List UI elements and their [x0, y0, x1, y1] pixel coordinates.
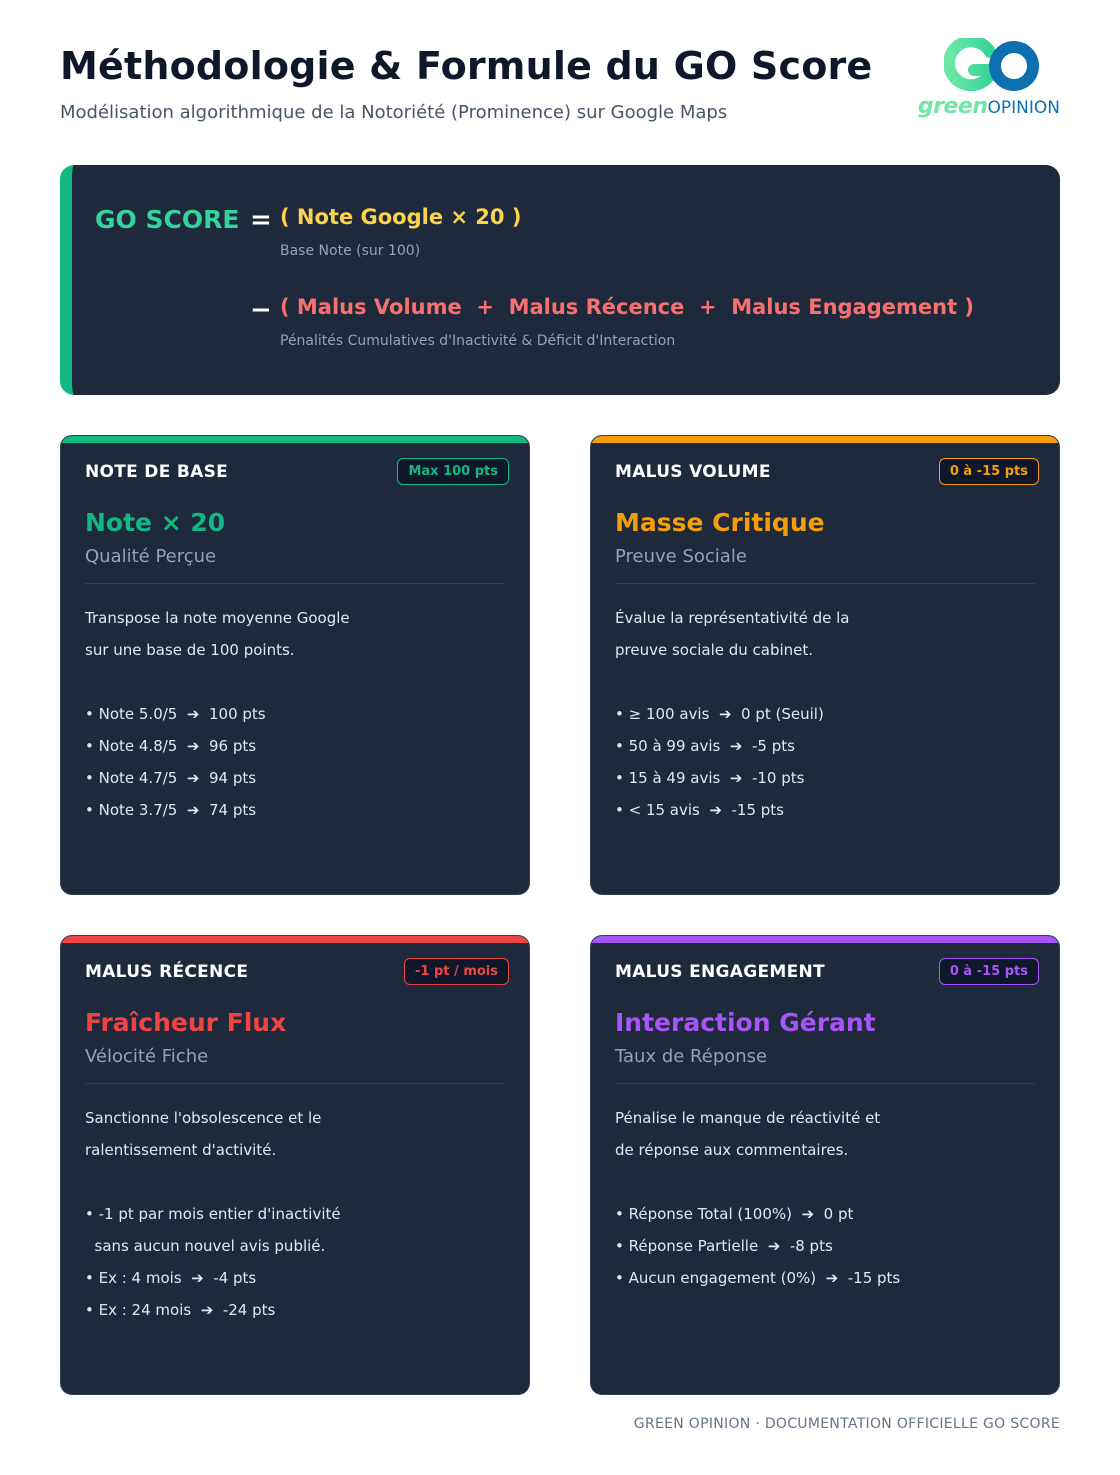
- page-title: Méthodologie & Formule du GO Score: [60, 44, 873, 88]
- card-heading: MALUS VOLUME: [615, 462, 771, 482]
- page-subtitle: Modélisation algorithmique de la Notorié…: [60, 102, 728, 123]
- card-list: • -1 pt par mois entier d'inactivité san…: [85, 1198, 341, 1326]
- list-item: • Ex : 24 mois ➔ -24 pts: [85, 1301, 276, 1319]
- card-description-line: de réponse aux commentaires.: [615, 1141, 849, 1159]
- card-malus-engagement: MALUS ENGAGEMENT 0 à -15 pts Interaction…: [590, 935, 1060, 1395]
- card-subheadline: Qualité Perçue: [85, 546, 217, 567]
- card-heading: MALUS ENGAGEMENT: [615, 962, 825, 982]
- logo-wordmark: greenOPINION: [917, 94, 1060, 119]
- card-badge: Max 100 pts: [397, 458, 509, 485]
- card-headline: Masse Critique: [615, 508, 825, 537]
- list-item: • ≥ 100 avis ➔ 0 pt (Seuil): [615, 705, 824, 723]
- card-description: Évalue la représentativité de la preuve …: [615, 602, 915, 666]
- card-description-line: Sanctionne l'obsolescence et le: [85, 1109, 322, 1127]
- card-description: Pénalise le manque de réactivité et de r…: [615, 1102, 915, 1166]
- card-subheadline: Taux de Réponse: [615, 1046, 768, 1067]
- card-headline: Interaction Gérant: [615, 1008, 876, 1037]
- card-description-line: preuve sociale du cabinet.: [615, 641, 814, 659]
- card-list: • Réponse Total (100%) ➔ 0 pt • Réponse …: [615, 1198, 900, 1294]
- card-headline: Note × 20: [85, 508, 226, 537]
- card-accent-bar: [61, 436, 529, 443]
- list-item: • Aucun engagement (0%) ➔ -15 pts: [615, 1269, 901, 1287]
- card-subheadline: Preuve Sociale: [615, 546, 747, 567]
- list-item: • Réponse Total (100%) ➔ 0 pt: [615, 1205, 854, 1223]
- list-item: • Note 4.7/5 ➔ 94 pts: [85, 769, 257, 787]
- card-description: Transpose la note moyenne Google sur une…: [85, 602, 385, 666]
- formula-malus-note: Pénalités Cumulatives d'Inactivité & Déf…: [280, 333, 676, 349]
- list-item: • < 15 avis ➔ -15 pts: [615, 801, 784, 819]
- card-description-line: Pénalise le manque de réactivité et: [615, 1109, 881, 1127]
- card-badge: 0 à -15 pts: [938, 958, 1039, 985]
- card-description-line: Transpose la note moyenne Google: [85, 609, 350, 627]
- list-item: • Réponse Partielle ➔ -8 pts: [615, 1237, 833, 1255]
- formula-base: ( Note Google × 20 ): [280, 205, 522, 229]
- card-divider: [615, 1083, 1035, 1084]
- card-badge: -1 pt / mois: [404, 958, 509, 985]
- card-heading: NOTE DE BASE: [85, 462, 229, 482]
- formula-equals: =: [250, 205, 272, 235]
- green-opinion-logo: greenOPINION: [917, 38, 1060, 128]
- card-badge: 0 à -15 pts: [938, 458, 1039, 485]
- card-description-line: ralentissement d'activité.: [85, 1141, 277, 1159]
- card-divider: [85, 583, 505, 584]
- card-description-line: sur une base de 100 points.: [85, 641, 295, 659]
- formula-base-note: Base Note (sur 100): [280, 243, 421, 259]
- list-item: • Ex : 4 mois ➔ -4 pts: [85, 1269, 257, 1287]
- page-header: Méthodologie & Formule du GO Score Modél…: [60, 38, 1060, 134]
- list-item: sans aucun nouvel avis publié.: [85, 1237, 326, 1255]
- formula-malus: ( Malus Volume + Malus Récence + Malus E…: [280, 295, 975, 319]
- card-note-de-base: NOTE DE BASE Max 100 pts Note × 20 Quali…: [60, 435, 530, 895]
- formula-minus: −: [250, 295, 272, 325]
- list-item: • Note 4.8/5 ➔ 96 pts: [85, 737, 257, 755]
- card-accent-bar: [591, 936, 1059, 943]
- card-subheadline: Vélocité Fiche: [85, 1046, 209, 1067]
- card-description-line: Évalue la représentativité de la: [615, 609, 850, 627]
- formula-panel: GO SCORE = ( Note Google × 20 ) Base Not…: [60, 165, 1060, 395]
- card-divider: [85, 1083, 505, 1084]
- card-description: Sanctionne l'obsolescence et le ralentis…: [85, 1102, 385, 1166]
- card-malus-volume: MALUS VOLUME 0 à -15 pts Masse Critique …: [590, 435, 1060, 895]
- list-item: • Note 3.7/5 ➔ 74 pts: [85, 801, 257, 819]
- card-malus-recence: MALUS RÉCENCE -1 pt / mois Fraîcheur Flu…: [60, 935, 530, 1395]
- go-logo-mark-icon: [944, 38, 1039, 92]
- list-item: • Note 5.0/5 ➔ 100 pts: [85, 705, 266, 723]
- card-headline: Fraîcheur Flux: [85, 1008, 287, 1037]
- card-list: • Note 5.0/5 ➔ 100 pts • Note 4.8/5 ➔ 96…: [85, 698, 266, 826]
- list-item: • -1 pt par mois entier d'inactivité: [85, 1205, 341, 1223]
- card-accent-bar: [591, 436, 1059, 443]
- card-divider: [615, 583, 1035, 584]
- card-list: • ≥ 100 avis ➔ 0 pt (Seuil) • 50 à 99 av…: [615, 698, 824, 826]
- card-heading: MALUS RÉCENCE: [85, 962, 249, 982]
- formula-label: GO SCORE: [95, 205, 240, 234]
- page-footer: GREEN OPINION · DOCUMENTATION OFFICIELLE…: [633, 1416, 1060, 1432]
- card-accent-bar: [61, 936, 529, 943]
- list-item: • 15 à 49 avis ➔ -10 pts: [615, 769, 805, 787]
- list-item: • 50 à 99 avis ➔ -5 pts: [615, 737, 795, 755]
